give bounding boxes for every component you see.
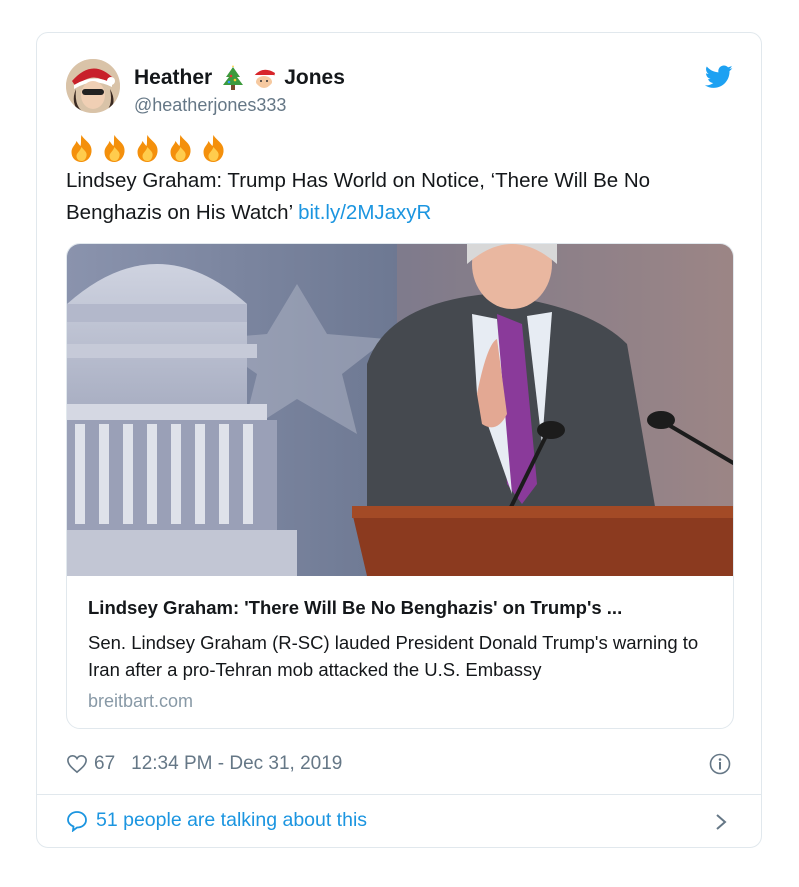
tweet-embed-card: Heather Jones @heatherjones333 Lindsey G… <box>36 32 762 848</box>
link-card-domain: breitbart.com <box>88 691 194 711</box>
avatar[interactable] <box>66 59 120 113</box>
link-card-body: Lindsey Graham: 'There Will Be No Bengha… <box>67 577 733 712</box>
link-card-image <box>67 244 733 576</box>
fire-icon <box>170 135 191 162</box>
fire-icon <box>137 135 158 162</box>
author-last-name: Jones <box>284 66 345 89</box>
chevron-right-icon[interactable] <box>715 813 727 831</box>
like-count[interactable]: 67 <box>94 753 115 775</box>
fire-icon <box>104 135 125 162</box>
speech-bubble-icon <box>67 810 87 832</box>
heart-icon[interactable] <box>66 754 88 774</box>
fire-emoji-row <box>66 133 229 163</box>
info-icon[interactable] <box>709 753 731 775</box>
tweet-meta: 67 12:34 PM - Dec 31, 2019 <box>66 753 342 775</box>
divider <box>37 794 761 795</box>
tweet-link[interactable]: bit.ly/2MJaxyR <box>298 201 431 224</box>
tweet-timestamp[interactable]: 12:34 PM - Dec 31, 2019 <box>131 753 342 775</box>
fire-icon <box>203 135 224 162</box>
santa-icon <box>250 65 276 91</box>
author-name[interactable]: Heather Jones <box>134 65 345 91</box>
author-first-name: Heather <box>134 66 213 89</box>
link-card[interactable]: Lindsey Graham: 'There Will Be No Bengha… <box>66 243 734 729</box>
fire-icon <box>71 135 92 162</box>
twitter-bird-icon[interactable] <box>705 65 733 89</box>
talking-count: 51 people are talking about this <box>96 809 368 831</box>
christmas-tree-icon <box>220 65 246 91</box>
link-card-title: Lindsey Graham: 'There Will Be No Bengha… <box>88 597 623 618</box>
conversation-link[interactable]: 51 people are talking about this <box>66 809 367 832</box>
author-handle[interactable]: @heatherjones333 <box>134 95 286 116</box>
link-card-description: Sen. Lindsey Graham (R-SC) lauded Presid… <box>88 632 699 680</box>
tweet-text: Lindsey Graham: Trump Has World on Notic… <box>66 165 741 229</box>
